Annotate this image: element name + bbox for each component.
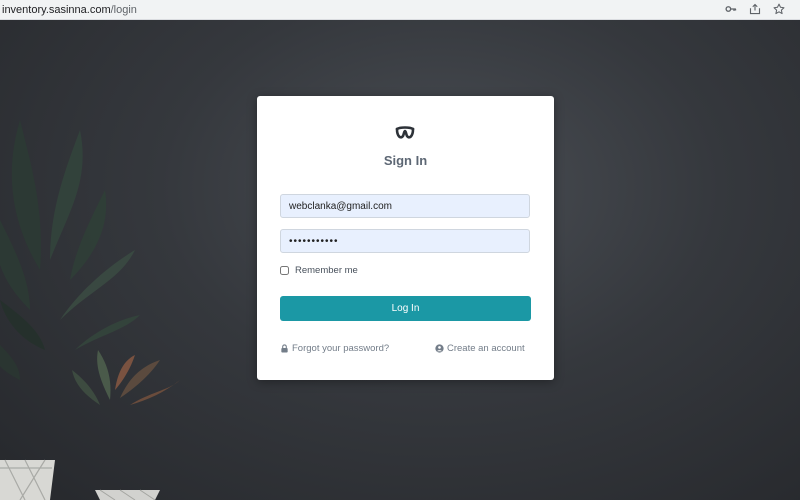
- brand-logo-icon: [395, 126, 415, 139]
- star-icon[interactable]: [772, 2, 786, 16]
- create-account-link[interactable]: Create an account: [435, 343, 525, 354]
- create-account-label: Create an account: [447, 343, 525, 354]
- share-icon[interactable]: [748, 2, 762, 16]
- email-field[interactable]: [280, 194, 530, 218]
- login-card: Sign In Remember me Log In Forgot your p…: [257, 96, 554, 380]
- user-circle-icon: [435, 344, 444, 353]
- plant-decoration: [0, 120, 180, 500]
- url-host: inventory.sasinna.com: [2, 3, 111, 16]
- login-button[interactable]: Log In: [280, 296, 531, 321]
- forgot-password-link[interactable]: Forgot your password?: [280, 343, 389, 354]
- forgot-password-label: Forgot your password?: [292, 343, 390, 354]
- lock-icon: [281, 344, 288, 353]
- url-path: /login: [110, 3, 137, 16]
- password-field[interactable]: [280, 229, 530, 253]
- remember-me-row: Remember me: [280, 265, 358, 276]
- remember-me-label[interactable]: Remember me: [295, 265, 358, 276]
- remember-me-checkbox[interactable]: [280, 266, 289, 275]
- browser-toolbar: inventory.sasinna.com/login: [0, 0, 800, 20]
- page-title: Sign In: [383, 153, 428, 168]
- address-bar[interactable]: inventory.sasinna.com/login: [0, 4, 137, 16]
- key-icon[interactable]: [724, 2, 738, 16]
